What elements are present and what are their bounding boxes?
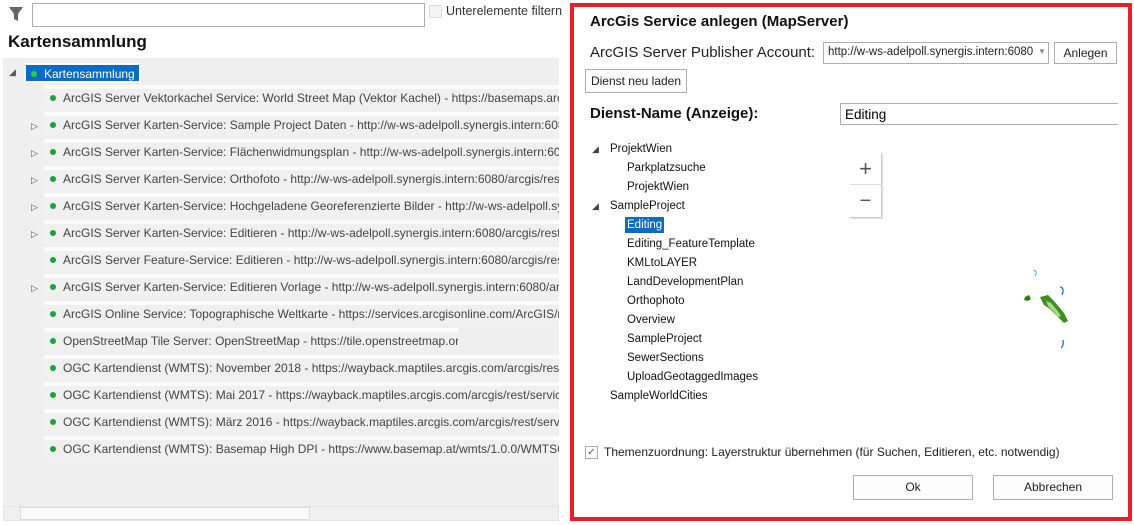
status-dot-icon: [50, 419, 56, 425]
layer-tree-item[interactable]: SampleWorldCities: [608, 388, 710, 404]
tree-item[interactable]: OGC Kartendienst (WMTS): Mai 2017 - http…: [44, 382, 559, 406]
tree-item-label: OGC Kartendienst (WMTS): März 2016 - htt…: [63, 415, 559, 429]
account-label: ArcGIS Server Publisher Account:: [590, 44, 816, 61]
tree-item-label: ArcGIS Server Vektorkachel Service: Worl…: [63, 91, 559, 105]
layer-tree-item[interactable]: UploadGeotaggedImages: [625, 369, 760, 385]
status-dot-icon: [50, 446, 56, 452]
theme-assignment-checkbox[interactable]: ✓: [585, 446, 598, 459]
layer-tree-item[interactable]: ProjektWien: [625, 179, 691, 195]
status-dot-icon: [50, 284, 56, 290]
tree-item-label: ArcGIS Server Karten-Service: Editieren …: [63, 280, 559, 294]
layer-tree-item[interactable]: Orthophoto: [625, 293, 687, 309]
tree-item-label: ArcGIS Server Feature-Service: Editieren…: [63, 253, 559, 267]
layer-tree-item[interactable]: ProjektWien: [608, 141, 674, 157]
theme-assignment-label: Themenzuordnung: Layerstruktur übernehme…: [604, 445, 1060, 459]
status-dot-icon: [50, 392, 56, 398]
cancel-button[interactable]: Abbrechen: [993, 475, 1113, 500]
tree-item[interactable]: ArcGIS Server Karten-Service: Orthofoto …: [44, 166, 559, 190]
dialog-title: ArcGis Service anlegen (MapServer): [590, 13, 849, 30]
create-button[interactable]: Anlegen: [1054, 42, 1117, 64]
map-preview[interactable]: [1020, 265, 1080, 350]
expand-icon[interactable]: ▷: [31, 175, 38, 186]
tree-item[interactable]: OpenStreetMap Tile Server: OpenStreetMap…: [44, 328, 458, 352]
expand-icon[interactable]: ▷: [31, 121, 38, 132]
tree-item-label: ArcGIS Server Karten-Service: Editieren …: [63, 226, 559, 240]
status-dot-icon: [31, 71, 37, 77]
expand-icon[interactable]: ▷: [31, 148, 38, 159]
tree-item[interactable]: ArcGIS Server Karten-Service: Hochgelade…: [44, 193, 559, 217]
expand-icon[interactable]: ▷: [31, 229, 38, 240]
expand-icon[interactable]: ▷: [31, 202, 38, 213]
tree-item[interactable]: ArcGIS Server Vektorkachel Service: Worl…: [44, 85, 559, 109]
collapse-icon[interactable]: ◢: [9, 67, 16, 78]
subfilter-label: Unterelemente filtern: [446, 4, 563, 18]
status-dot-icon: [50, 203, 56, 209]
tree-item[interactable]: ArcGIS Server Karten-Service: Editieren …: [44, 220, 559, 244]
layer-tree-item[interactable]: Parkplatzsuche: [625, 160, 708, 176]
filter-icon[interactable]: [8, 6, 24, 22]
tree-item[interactable]: ArcGIS Server Karten-Service: Editieren …: [44, 274, 559, 298]
service-name-label: Dienst-Name (Anzeige):: [590, 105, 759, 122]
ok-button[interactable]: Ok: [853, 475, 973, 500]
layer-tree-item[interactable]: Editing_FeatureTemplate: [625, 236, 757, 252]
collapse-icon[interactable]: ◢: [592, 201, 599, 212]
layer-tree-item[interactable]: SampleProject: [608, 198, 687, 214]
tree-item[interactable]: OGC Kartendienst (WMTS): März 2016 - htt…: [44, 409, 559, 433]
tree-item-label: ArcGIS Server Karten-Service: Flächenwid…: [63, 145, 559, 159]
tree-item[interactable]: OGC Kartendienst (WMTS): Basemap High DP…: [44, 436, 559, 460]
status-dot-icon: [50, 257, 56, 263]
layer-tree-item[interactable]: SewerSections: [625, 350, 706, 366]
tree-item-label: ArcGIS Server Karten-Service: Orthofoto …: [63, 172, 559, 186]
map-collection-tree: ◢ Kartensammlung ArcGIS Server Vektorkac…: [3, 58, 559, 506]
reload-service-button[interactable]: Dienst neu laden: [585, 69, 687, 93]
status-dot-icon: [50, 311, 56, 317]
tree-item-label: OGC Kartendienst (WMTS): Basemap High DP…: [63, 442, 559, 456]
tree-root-item[interactable]: Kartensammlung: [24, 63, 141, 83]
tree-item-label: ArcGIS Online Service: Topographische We…: [63, 307, 559, 321]
status-dot-icon: [50, 122, 56, 128]
scrollbar-thumb[interactable]: [20, 507, 310, 520]
layer-tree-item[interactable]: SampleProject: [625, 331, 704, 347]
layer-tree-item[interactable]: Editing: [625, 217, 665, 233]
layer-tree-item[interactable]: Overview: [625, 312, 677, 328]
tree-item-label: OpenStreetMap Tile Server: OpenStreetMap…: [63, 334, 458, 348]
collection-title: Kartensammlung: [8, 32, 147, 51]
status-dot-icon: [50, 230, 56, 236]
expand-icon[interactable]: ▷: [31, 283, 38, 294]
layer-tree-item[interactable]: KMLtoLAYER: [625, 255, 699, 271]
dropdown-arrow-icon[interactable]: ▼: [1038, 47, 1046, 56]
tree-item[interactable]: ArcGIS Server Karten-Service: Sample Pro…: [44, 112, 559, 136]
status-dot-icon: [50, 338, 56, 344]
tree-item[interactable]: OGC Kartendienst (WMTS): November 2018 -…: [44, 355, 559, 379]
layer-tree-item[interactable]: LandDevelopmentPlan: [625, 274, 745, 290]
tree-item[interactable]: ArcGIS Server Feature-Service: Editieren…: [44, 247, 559, 271]
tree-item[interactable]: ArcGIS Server Karten-Service: Flächenwid…: [44, 139, 559, 163]
status-dot-icon: [50, 365, 56, 371]
tree-item-label: ArcGIS Server Karten-Service: Sample Pro…: [63, 118, 559, 132]
filter-input[interactable]: [32, 3, 425, 27]
tree-item-label: OGC Kartendienst (WMTS): November 2018 -…: [63, 361, 559, 375]
collapse-icon[interactable]: ◢: [592, 144, 599, 155]
service-name-input[interactable]: [840, 103, 1118, 125]
tree-item-label: ArcGIS Server Karten-Service: Hochgelade…: [63, 199, 559, 213]
subfilter-checkbox[interactable]: [429, 5, 442, 18]
tree-root-label: Kartensammlung: [44, 67, 135, 81]
tree-item-label: OGC Kartendienst (WMTS): Mai 2017 - http…: [63, 388, 559, 402]
status-dot-icon: [50, 149, 56, 155]
tree-item[interactable]: ArcGIS Online Service: Topographische We…: [44, 301, 559, 325]
zoom-out-button[interactable]: −: [850, 186, 881, 218]
account-select[interactable]: http://w-ws-adelpoll.synergis.intern:608…: [823, 42, 1049, 64]
zoom-in-button[interactable]: +: [850, 153, 881, 185]
status-dot-icon: [50, 95, 56, 101]
status-dot-icon: [50, 176, 56, 182]
